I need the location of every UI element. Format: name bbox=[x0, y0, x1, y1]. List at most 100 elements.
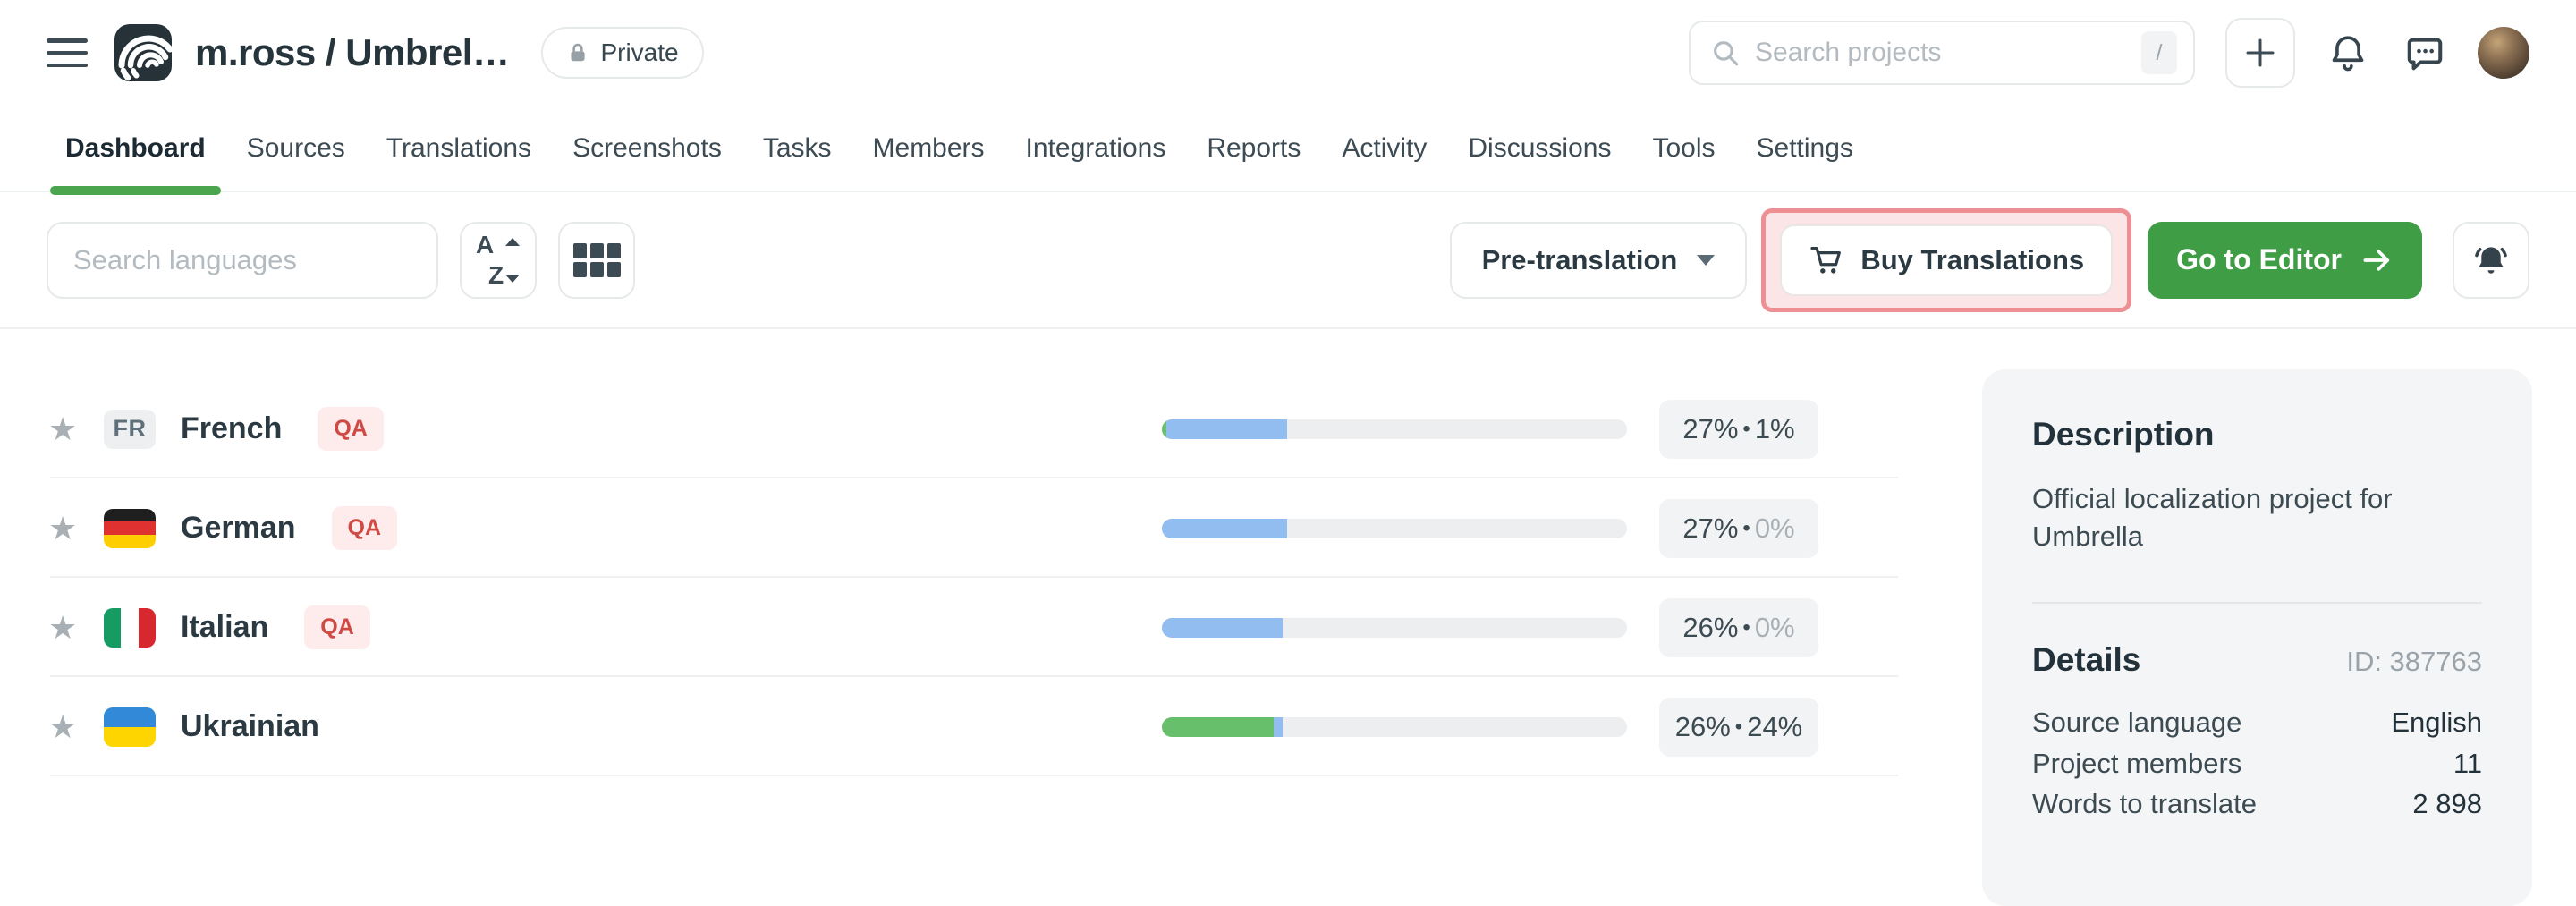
tab-tools[interactable]: Tools bbox=[1637, 106, 1730, 191]
language-row-ukrainian[interactable]: ★ Ukrainian 26% • 24% bbox=[0, 677, 1932, 776]
go-to-editor-button[interactable]: Go to Editor bbox=[2148, 222, 2422, 299]
chat-icon bbox=[2404, 32, 2445, 73]
progress-percentage-badge: 26% • 0% bbox=[1659, 598, 1818, 657]
language-flag bbox=[104, 707, 156, 747]
tab-sources[interactable]: Sources bbox=[232, 106, 360, 191]
translation-progress-bar bbox=[1162, 717, 1627, 737]
tab-label: Members bbox=[873, 133, 985, 164]
translated-progress-segment bbox=[1162, 519, 1287, 538]
translation-progress-bar bbox=[1162, 419, 1627, 439]
translated-percentage: 26% bbox=[1682, 612, 1738, 644]
tab-label: Sources bbox=[247, 133, 345, 164]
detail-value: English bbox=[2391, 702, 2482, 743]
arrow-right-icon bbox=[2360, 243, 2394, 277]
subscribe-notifications-button[interactable] bbox=[2453, 222, 2529, 299]
tab-settings[interactable]: Settings bbox=[1741, 106, 1868, 191]
dashboard-toolbar: AZ Pre-translation Buy Translations Go t… bbox=[0, 192, 2576, 329]
detail-row: Project members 11 bbox=[2032, 743, 2482, 784]
tab-dashboard[interactable]: Dashboard bbox=[50, 106, 221, 191]
top-header: m.ross / Umbrel… Private / bbox=[0, 0, 2576, 106]
bell-ring-icon bbox=[2470, 240, 2512, 281]
translation-progress-bar bbox=[1162, 618, 1627, 638]
qa-badge: QA bbox=[318, 407, 384, 451]
language-row-italian[interactable]: ★ Italian QA 26% • 0% bbox=[0, 578, 1932, 677]
annotation-highlight-box: Buy Translations bbox=[1761, 208, 2131, 312]
tab-screenshots[interactable]: Screenshots bbox=[557, 106, 737, 191]
sort-languages-button[interactable]: AZ bbox=[460, 222, 537, 299]
search-projects-input[interactable] bbox=[1755, 38, 2127, 68]
go-to-editor-label: Go to Editor bbox=[2176, 243, 2342, 276]
language-name: German bbox=[181, 511, 296, 546]
messages-button[interactable] bbox=[2401, 29, 2449, 77]
star-icon[interactable]: ★ bbox=[48, 413, 88, 445]
detail-value: 11 bbox=[2453, 743, 2482, 784]
percentage-separator: • bbox=[1742, 417, 1750, 442]
toolbar-actions: Pre-translation Buy Translations Go to E… bbox=[1450, 208, 2529, 312]
hamburger-menu-icon[interactable] bbox=[47, 37, 88, 69]
project-nav: Dashboard Sources Translations Screensho… bbox=[0, 106, 2576, 192]
detail-value: 2 898 bbox=[2412, 783, 2482, 825]
project-title: m.ross / Umbrel… bbox=[195, 31, 509, 74]
bell-icon bbox=[2327, 32, 2368, 73]
user-avatar[interactable] bbox=[2478, 27, 2529, 79]
approved-percentage: 0% bbox=[1755, 512, 1795, 545]
tab-label: Discussions bbox=[1468, 133, 1611, 164]
tab-label: Screenshots bbox=[572, 133, 722, 164]
tab-translations[interactable]: Translations bbox=[371, 106, 547, 191]
translated-percentage: 27% bbox=[1682, 413, 1738, 445]
tab-label: Dashboard bbox=[65, 133, 206, 164]
search-languages-box bbox=[47, 222, 438, 299]
description-title: Description bbox=[2032, 416, 2482, 453]
language-name: Ukrainian bbox=[181, 709, 319, 744]
tab-discussions[interactable]: Discussions bbox=[1453, 106, 1626, 191]
plus-icon bbox=[2241, 34, 2279, 72]
search-languages-input[interactable] bbox=[73, 244, 411, 276]
language-flag: FR bbox=[104, 410, 156, 449]
buy-translations-button[interactable]: Buy Translations bbox=[1780, 224, 2113, 296]
star-icon[interactable]: ★ bbox=[48, 512, 88, 545]
language-row-french[interactable]: ★ FR French QA 27% • 1% bbox=[0, 379, 1932, 478]
details-header: Details ID: 387763 bbox=[2032, 641, 2482, 679]
translation-progress-bar bbox=[1162, 519, 1627, 538]
qa-badge: QA bbox=[332, 506, 398, 550]
tab-tasks[interactable]: Tasks bbox=[748, 106, 847, 191]
star-icon[interactable]: ★ bbox=[48, 612, 88, 644]
details-rows: Source language English Project members … bbox=[2032, 702, 2482, 826]
notifications-button[interactable] bbox=[2324, 29, 2372, 77]
translated-progress-segment bbox=[1274, 717, 1283, 737]
chevron-down-icon bbox=[1697, 255, 1715, 266]
tab-integrations[interactable]: Integrations bbox=[1011, 106, 1182, 191]
search-shortcut-hint: / bbox=[2141, 31, 2177, 74]
tab-members[interactable]: Members bbox=[858, 106, 1000, 191]
approved-percentage: 1% bbox=[1755, 413, 1795, 445]
tab-label: Tasks bbox=[763, 133, 832, 164]
language-name: French bbox=[181, 411, 282, 446]
search-icon bbox=[1710, 38, 1741, 68]
tab-label: Integrations bbox=[1026, 133, 1166, 164]
grid-view-icon bbox=[573, 243, 621, 277]
tab-label: Activity bbox=[1342, 133, 1427, 164]
translated-progress-segment bbox=[1162, 618, 1283, 638]
language-row-german[interactable]: ★ German QA 27% • 0% bbox=[0, 478, 1932, 578]
detail-label: Project members bbox=[2032, 743, 2241, 784]
tab-activity[interactable]: Activity bbox=[1326, 106, 1442, 191]
app-logo[interactable] bbox=[114, 24, 172, 81]
pretranslation-dropdown[interactable]: Pre-translation bbox=[1450, 222, 1748, 299]
card-divider bbox=[2032, 602, 2482, 604]
sort-az-icon: AZ bbox=[475, 236, 521, 284]
language-name: Italian bbox=[181, 610, 268, 645]
translated-percentage: 26% bbox=[1675, 711, 1731, 743]
translated-percentage: 27% bbox=[1682, 512, 1738, 545]
approved-percentage: 0% bbox=[1755, 612, 1795, 644]
detail-row: Words to translate 2 898 bbox=[2032, 783, 2482, 825]
shopping-cart-icon bbox=[1809, 243, 1843, 277]
approved-progress-segment bbox=[1162, 717, 1274, 737]
create-project-button[interactable] bbox=[2225, 18, 2295, 88]
tab-reports[interactable]: Reports bbox=[1191, 106, 1316, 191]
progress-percentage-badge: 27% • 0% bbox=[1659, 499, 1818, 558]
star-icon[interactable]: ★ bbox=[48, 711, 88, 743]
buy-translations-label: Buy Translations bbox=[1860, 244, 2084, 276]
progress-percentage-badge: 27% • 1% bbox=[1659, 400, 1818, 459]
tab-label: Reports bbox=[1207, 133, 1301, 164]
grid-view-button[interactable] bbox=[558, 222, 635, 299]
